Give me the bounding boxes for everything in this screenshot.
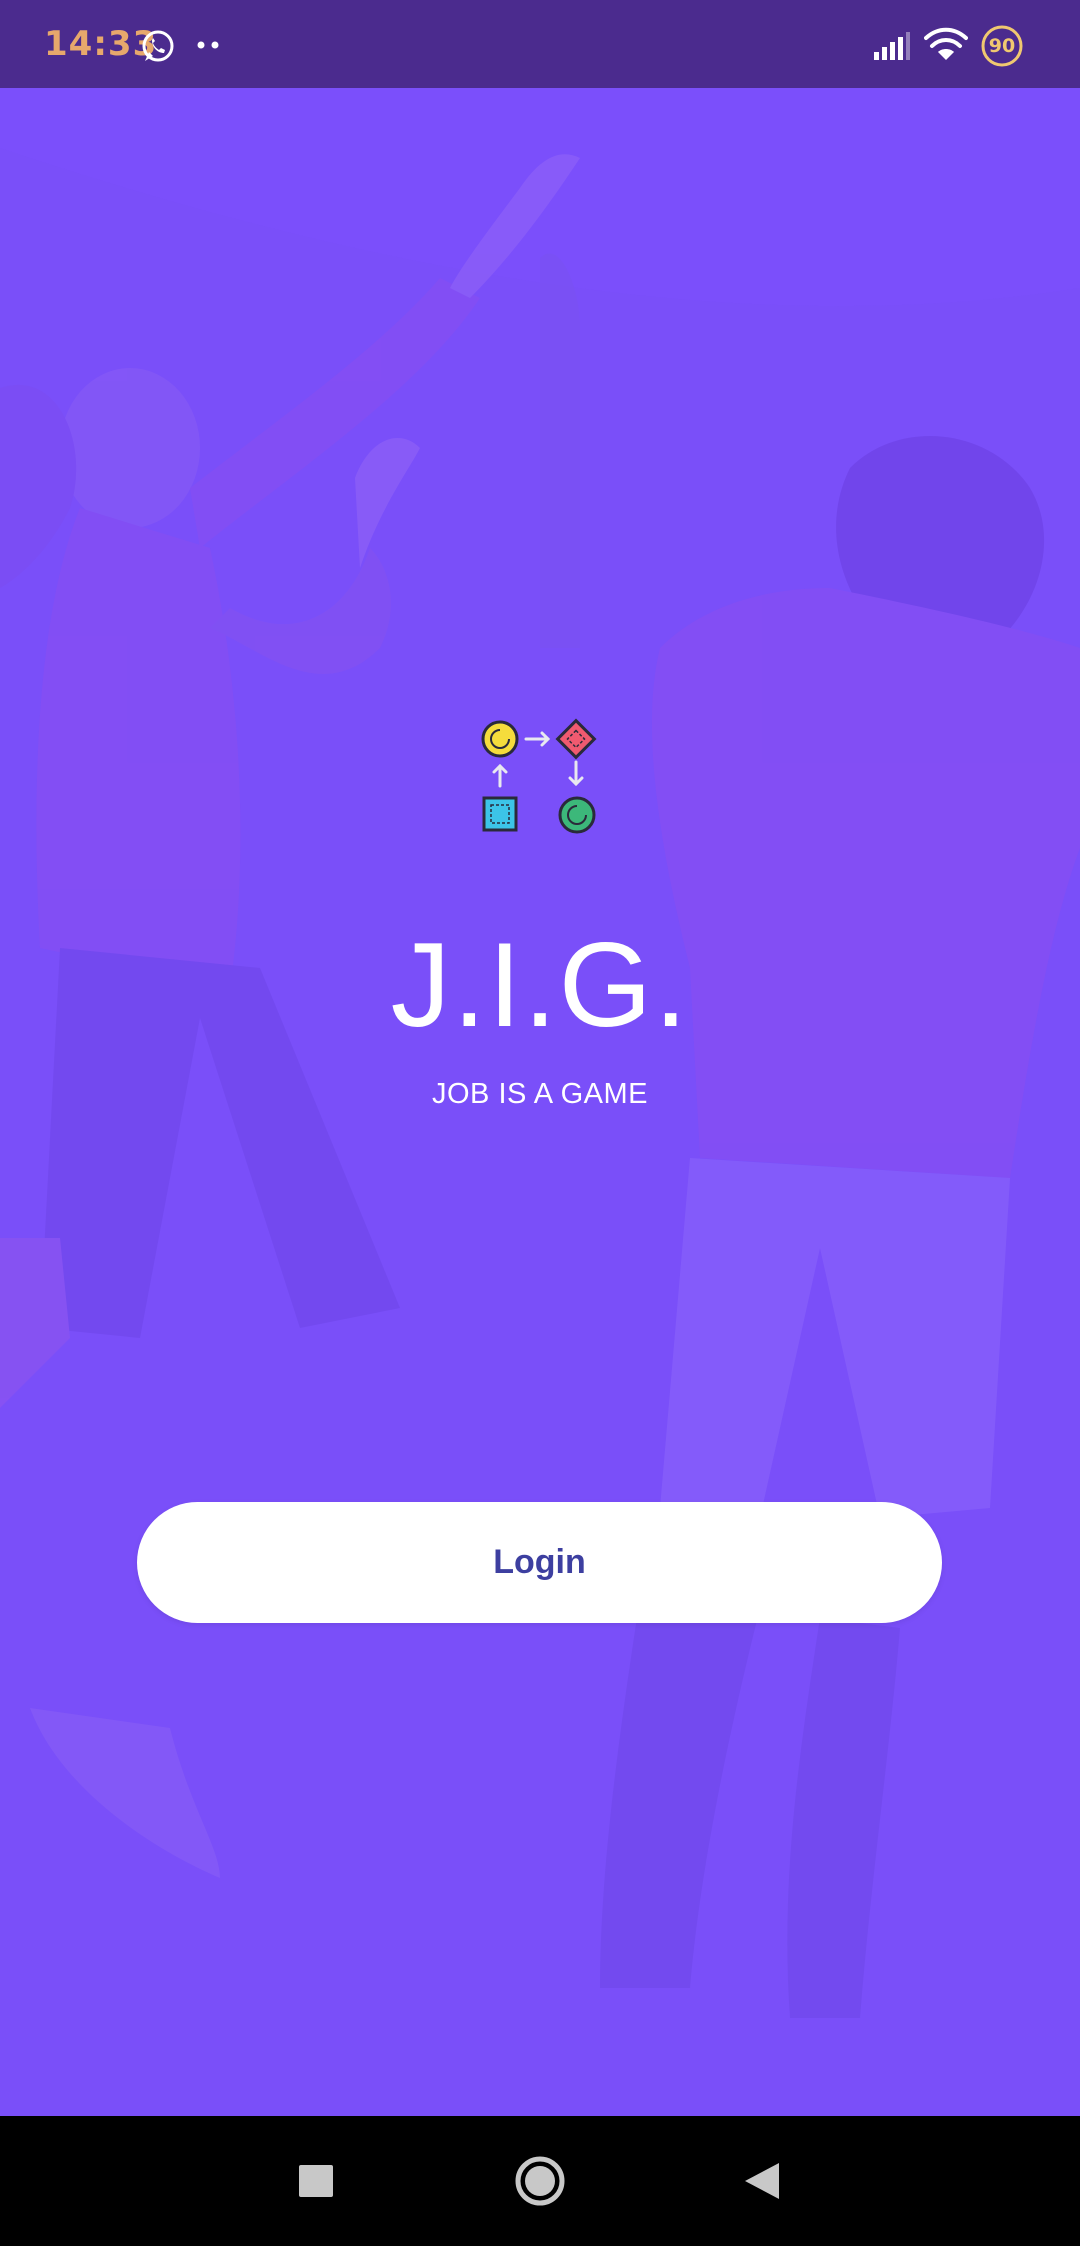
app-subtitle: JOB IS A GAME: [431, 1078, 648, 1110]
workflow-shapes-icon: [481, 718, 597, 834]
back-button[interactable]: [732, 2151, 792, 2211]
login-button[interactable]: Login: [137, 1502, 942, 1623]
home-button[interactable]: [510, 2151, 570, 2211]
signal-icon: [874, 32, 910, 60]
status-bar: 14:33 90: [0, 0, 1080, 88]
battery-icon: 90: [980, 24, 1024, 68]
back-triangle-icon: [745, 2163, 779, 2199]
app-title: J.I.G.: [390, 918, 690, 1052]
recents-square-icon: [299, 2165, 333, 2197]
battery-level: 90: [988, 35, 1016, 57]
wifi-icon: [924, 27, 968, 60]
recents-button[interactable]: [286, 2151, 346, 2211]
more-dots-icon: [197, 41, 219, 49]
whatsapp-icon: [142, 30, 174, 62]
navigation-bar: [0, 2116, 1080, 2246]
home-circle-icon: [515, 2156, 565, 2206]
login-screen: 14:33 90 J.I.G. JOB IS A GAME Login: [0, 0, 1080, 2246]
